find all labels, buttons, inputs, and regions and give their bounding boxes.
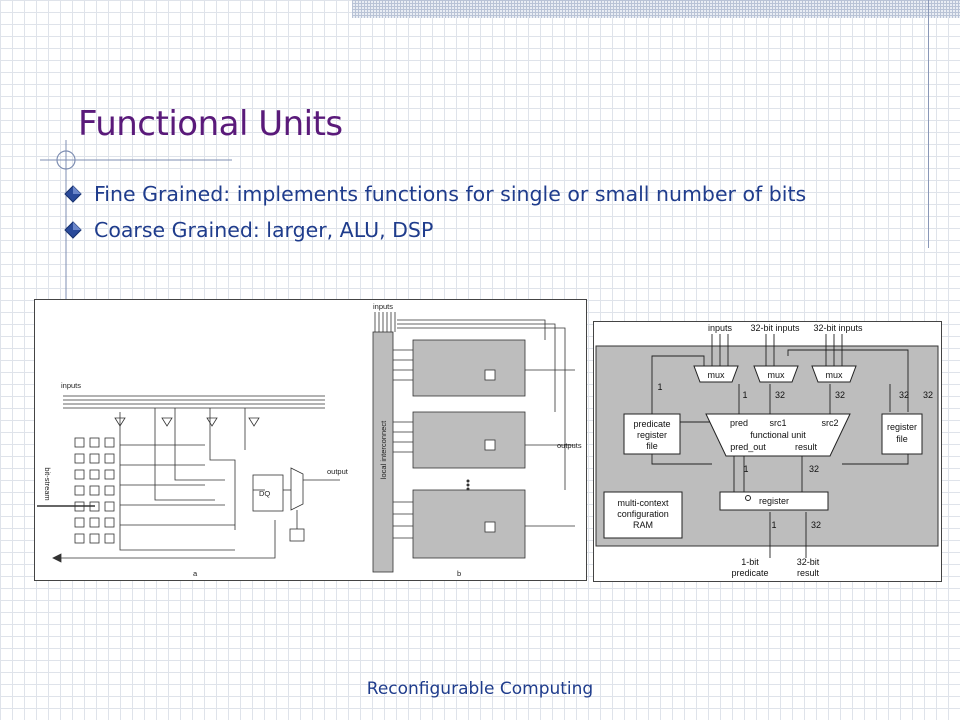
bullet-text: Fine Grained: implements functions for s… [94, 182, 807, 206]
slide-title: Functional Units [78, 104, 343, 144]
dq-label: DQ [259, 489, 270, 498]
width-label: 32 [899, 390, 909, 400]
mux-label: mux [707, 370, 725, 380]
multi-context-line: multi-context [617, 498, 669, 508]
thirtytwo-bit-result-line: result [797, 568, 820, 578]
bullet-list: Fine Grained: implements functions for s… [60, 176, 806, 248]
coarse-grained-figure: inputs 32-bit inputs 32-bit inputs mux m… [593, 321, 942, 582]
bullet-item: Coarse Grained: larger, ALU, DSP [60, 212, 806, 248]
fine-grained-diagram: inputs bit-stream DQ output a inputs loc… [37, 302, 582, 578]
predicate-register-file-line: file [646, 441, 658, 451]
register-file-line: register [887, 422, 917, 432]
bullet-text: Coarse Grained: larger, ALU, DSP [94, 218, 434, 242]
width-label: 1 [743, 464, 748, 474]
src2-label: src2 [821, 418, 838, 428]
one-bit-predicate-line: 1-bit [741, 557, 759, 567]
inputs32-label: 32-bit inputs [750, 323, 800, 333]
inputs-label: inputs [708, 323, 733, 333]
local-interconnect-label: local interconnect [379, 420, 388, 479]
thirtytwo-bit-result-line: 32-bit [797, 557, 820, 567]
logic-block [412, 489, 526, 559]
slide-footer: Reconfigurable Computing [366, 679, 594, 699]
panel-a-label: a [193, 569, 198, 578]
diamond-bullet-icon [64, 185, 82, 203]
register-label: register [759, 496, 789, 506]
predicate-register-file-line: predicate [633, 419, 670, 429]
width-label: 1 [657, 382, 662, 392]
width-label: 32 [835, 390, 845, 400]
diamond-bullet-icon [64, 221, 82, 239]
multi-context-line: configuration [617, 509, 669, 519]
right-decor-line [928, 0, 929, 248]
output-label: output [327, 467, 349, 476]
result-label: result [795, 442, 818, 452]
multi-context-line: RAM [633, 520, 653, 530]
bullet-item: Fine Grained: implements functions for s… [60, 176, 806, 212]
coarse-grained-diagram: inputs 32-bit inputs 32-bit inputs mux m… [595, 323, 939, 578]
src1-label: src1 [769, 418, 786, 428]
top-decor-band [352, 0, 960, 18]
register-file-line: file [896, 434, 908, 444]
predicate-register-file-line: register [637, 430, 667, 440]
lut-cell-array [74, 437, 115, 544]
width-label: 32 [811, 520, 821, 530]
outputs-label: outputs [557, 441, 582, 450]
inputs-b-label: inputs [373, 302, 393, 311]
inputs32-label: 32-bit inputs [813, 323, 863, 333]
pred-label: pred [730, 418, 748, 428]
mux-label: mux [825, 370, 843, 380]
width-label: 1 [742, 390, 747, 400]
width-label: 32 [775, 390, 785, 400]
width-label: 32 [923, 390, 933, 400]
functional-unit-label: functional unit [750, 430, 806, 440]
fine-grained-figure: inputs bit-stream DQ output a inputs loc… [34, 299, 587, 581]
logic-block [412, 411, 526, 469]
bitstream-label: bit-stream [43, 467, 52, 500]
one-bit-predicate-line: predicate [731, 568, 768, 578]
width-label: 1 [771, 520, 776, 530]
panel-b-label: b [457, 569, 461, 578]
logic-block [412, 339, 526, 397]
mux-label: mux [767, 370, 785, 380]
width-label: 32 [809, 464, 819, 474]
pred-out-label: pred_out [730, 442, 766, 452]
inputs-label: inputs [61, 381, 81, 390]
